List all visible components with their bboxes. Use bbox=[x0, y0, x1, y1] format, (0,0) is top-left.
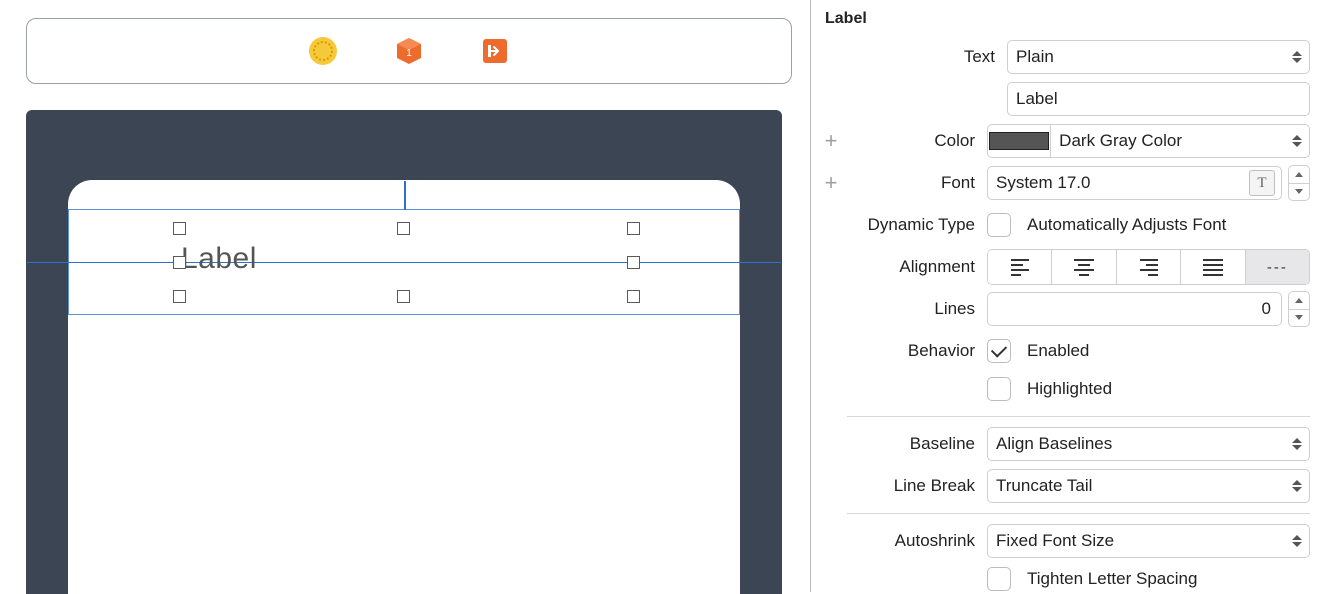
text-style-value: Plain bbox=[1016, 47, 1054, 67]
align-left-button[interactable] bbox=[988, 250, 1052, 284]
handle-icon[interactable] bbox=[173, 290, 186, 303]
chevrons-icon bbox=[1289, 438, 1305, 450]
export-icon[interactable] bbox=[480, 36, 510, 66]
add-color-button[interactable]: + bbox=[821, 131, 841, 151]
coin-icon[interactable] bbox=[308, 36, 338, 66]
horizontal-guide bbox=[27, 262, 781, 263]
baseline-label: Baseline bbox=[841, 434, 987, 454]
handle-icon[interactable] bbox=[627, 256, 640, 269]
enabled-checkbox[interactable] bbox=[987, 339, 1011, 363]
linebreak-label: Line Break bbox=[841, 476, 987, 496]
align-justify-button[interactable] bbox=[1181, 250, 1245, 284]
inspector-panel: Label Text Plain Label + bbox=[810, 0, 1322, 592]
chevrons-icon bbox=[1289, 51, 1305, 63]
font-input[interactable]: System 17.0 T bbox=[987, 166, 1282, 200]
dyntype-checkbox[interactable] bbox=[987, 213, 1011, 237]
device-frame: Label bbox=[26, 110, 782, 594]
text-label: Text bbox=[841, 47, 1007, 67]
font-picker-icon[interactable]: T bbox=[1249, 170, 1275, 196]
linebreak-value: Truncate Tail bbox=[996, 476, 1092, 496]
svg-text:1: 1 bbox=[406, 48, 412, 59]
baseline-select[interactable]: Align Baselines bbox=[987, 427, 1310, 461]
text-style-select[interactable]: Plain bbox=[1007, 40, 1310, 74]
handle-icon[interactable] bbox=[397, 222, 410, 235]
font-label: Font bbox=[841, 173, 987, 193]
lines-label: Lines bbox=[841, 299, 987, 319]
color-swatch[interactable] bbox=[987, 124, 1051, 158]
text-value: Label bbox=[1016, 89, 1058, 109]
device-screen[interactable]: Label bbox=[68, 180, 740, 594]
cube-icon[interactable]: 1 bbox=[394, 36, 424, 66]
vertical-guide bbox=[404, 181, 406, 210]
add-font-button[interactable]: + bbox=[821, 173, 841, 193]
color-label: Color bbox=[841, 131, 987, 151]
chevrons-icon bbox=[1289, 480, 1305, 492]
uilabel-text: Label bbox=[181, 242, 257, 276]
tighten-checkbox[interactable] bbox=[987, 567, 1011, 591]
behavior-label: Behavior bbox=[841, 341, 987, 361]
canvas-toolbar: 1 bbox=[26, 18, 792, 84]
alignment-segmented: --- bbox=[987, 249, 1310, 285]
lines-value: 0 bbox=[1262, 299, 1271, 319]
handle-icon[interactable] bbox=[627, 222, 640, 235]
dyntype-check-label: Automatically Adjusts Font bbox=[1027, 215, 1226, 235]
font-stepper[interactable] bbox=[1288, 165, 1310, 201]
handle-icon[interactable] bbox=[627, 290, 640, 303]
color-value: Dark Gray Color bbox=[1059, 131, 1182, 151]
canvas-area: 1 Label bbox=[0, 0, 810, 592]
section-title: Label bbox=[821, 8, 1310, 38]
color-select[interactable]: Dark Gray Color bbox=[1051, 124, 1310, 158]
lines-stepper[interactable] bbox=[1288, 291, 1310, 327]
align-right-button[interactable] bbox=[1117, 250, 1181, 284]
highlighted-checkbox[interactable] bbox=[987, 377, 1011, 401]
align-natural-button[interactable]: --- bbox=[1246, 250, 1309, 284]
enabled-label: Enabled bbox=[1027, 341, 1089, 361]
handle-icon[interactable] bbox=[173, 256, 186, 269]
font-value: System 17.0 bbox=[996, 173, 1091, 193]
autoshrink-value: Fixed Font Size bbox=[996, 531, 1114, 551]
autoshrink-label: Autoshrink bbox=[841, 531, 987, 551]
baseline-value: Align Baselines bbox=[996, 434, 1112, 454]
dyntype-label: Dynamic Type bbox=[841, 215, 987, 235]
text-value-input[interactable]: Label bbox=[1007, 82, 1310, 116]
tighten-label: Tighten Letter Spacing bbox=[1027, 569, 1197, 589]
linebreak-select[interactable]: Truncate Tail bbox=[987, 469, 1310, 503]
chevrons-icon bbox=[1289, 535, 1305, 547]
autoshrink-select[interactable]: Fixed Font Size bbox=[987, 524, 1310, 558]
handle-icon[interactable] bbox=[397, 290, 410, 303]
align-center-button[interactable] bbox=[1052, 250, 1116, 284]
lines-input[interactable]: 0 bbox=[987, 292, 1282, 326]
handle-icon[interactable] bbox=[173, 222, 186, 235]
chevrons-icon bbox=[1289, 135, 1305, 147]
selected-uilabel[interactable]: Label bbox=[68, 209, 740, 315]
alignment-label: Alignment bbox=[841, 257, 987, 277]
highlighted-label: Highlighted bbox=[1027, 379, 1112, 399]
